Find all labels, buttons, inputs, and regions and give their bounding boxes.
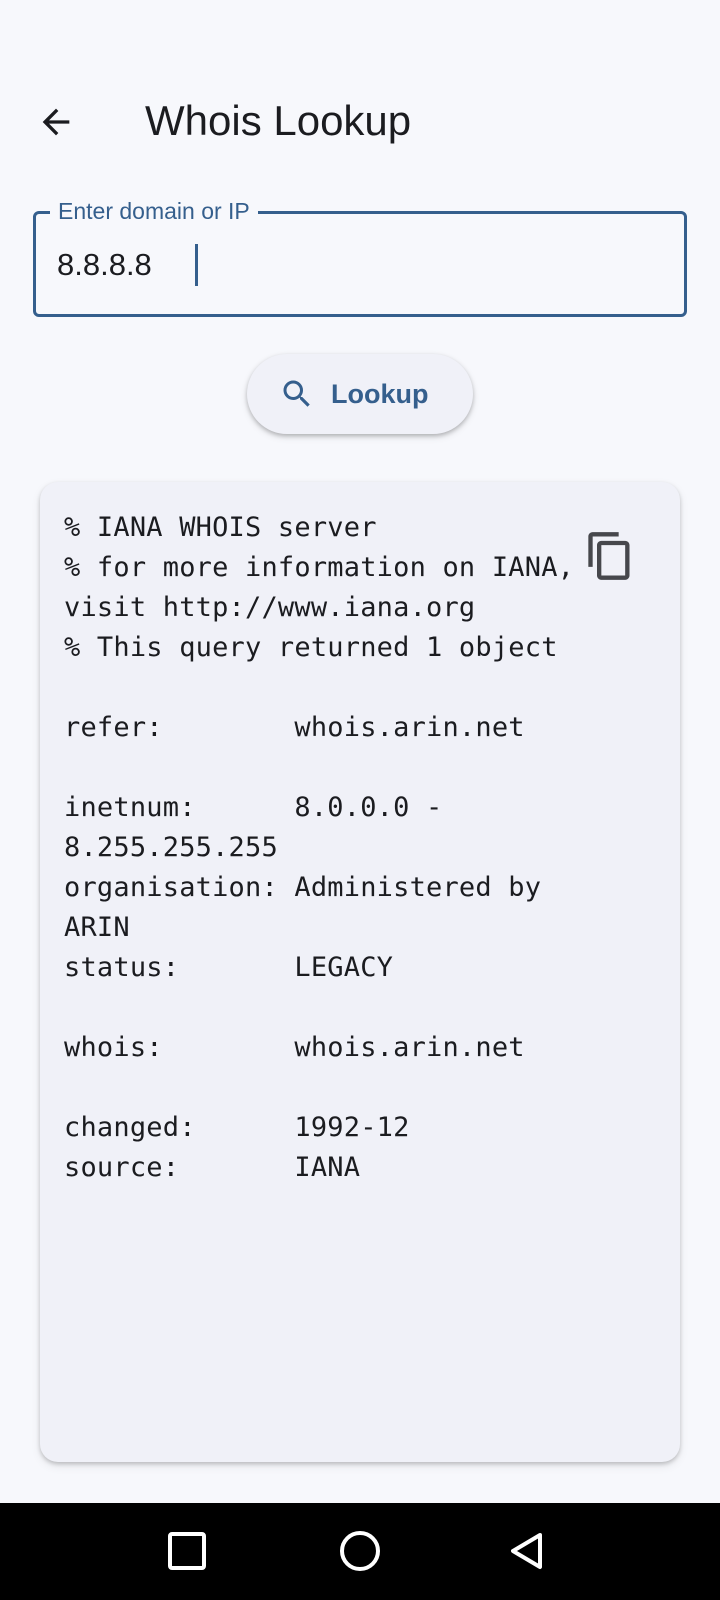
copy-button[interactable] bbox=[580, 526, 640, 586]
domain-ip-field-label: Enter domain or IP bbox=[50, 197, 258, 225]
domain-ip-input[interactable] bbox=[57, 244, 657, 286]
back-button[interactable] bbox=[26, 92, 86, 152]
system-navigation-bar bbox=[0, 1503, 720, 1600]
system-back-button[interactable] bbox=[497, 1521, 557, 1581]
circle-home-icon bbox=[340, 1531, 380, 1571]
arrow-back-icon bbox=[42, 108, 70, 136]
triangle-back-icon bbox=[511, 1533, 542, 1569]
app-bar: Whois Lookup bbox=[0, 0, 720, 180]
whois-result-card: % IANA WHOIS server % for more informati… bbox=[40, 482, 680, 1462]
recents-button[interactable] bbox=[157, 1521, 217, 1581]
square-recents-icon bbox=[168, 1532, 206, 1570]
page-title: Whois Lookup bbox=[145, 97, 412, 144]
lookup-button[interactable]: Lookup bbox=[247, 354, 473, 434]
search-icon bbox=[283, 380, 310, 407]
whois-result-text[interactable]: % IANA WHOIS server % for more informati… bbox=[64, 508, 624, 1188]
copy-icon bbox=[588, 532, 630, 580]
text-cursor bbox=[195, 244, 198, 286]
home-button[interactable] bbox=[330, 1521, 390, 1581]
lookup-button-label: Lookup bbox=[331, 379, 429, 409]
domain-ip-field[interactable]: Enter domain or IP bbox=[33, 197, 687, 317]
